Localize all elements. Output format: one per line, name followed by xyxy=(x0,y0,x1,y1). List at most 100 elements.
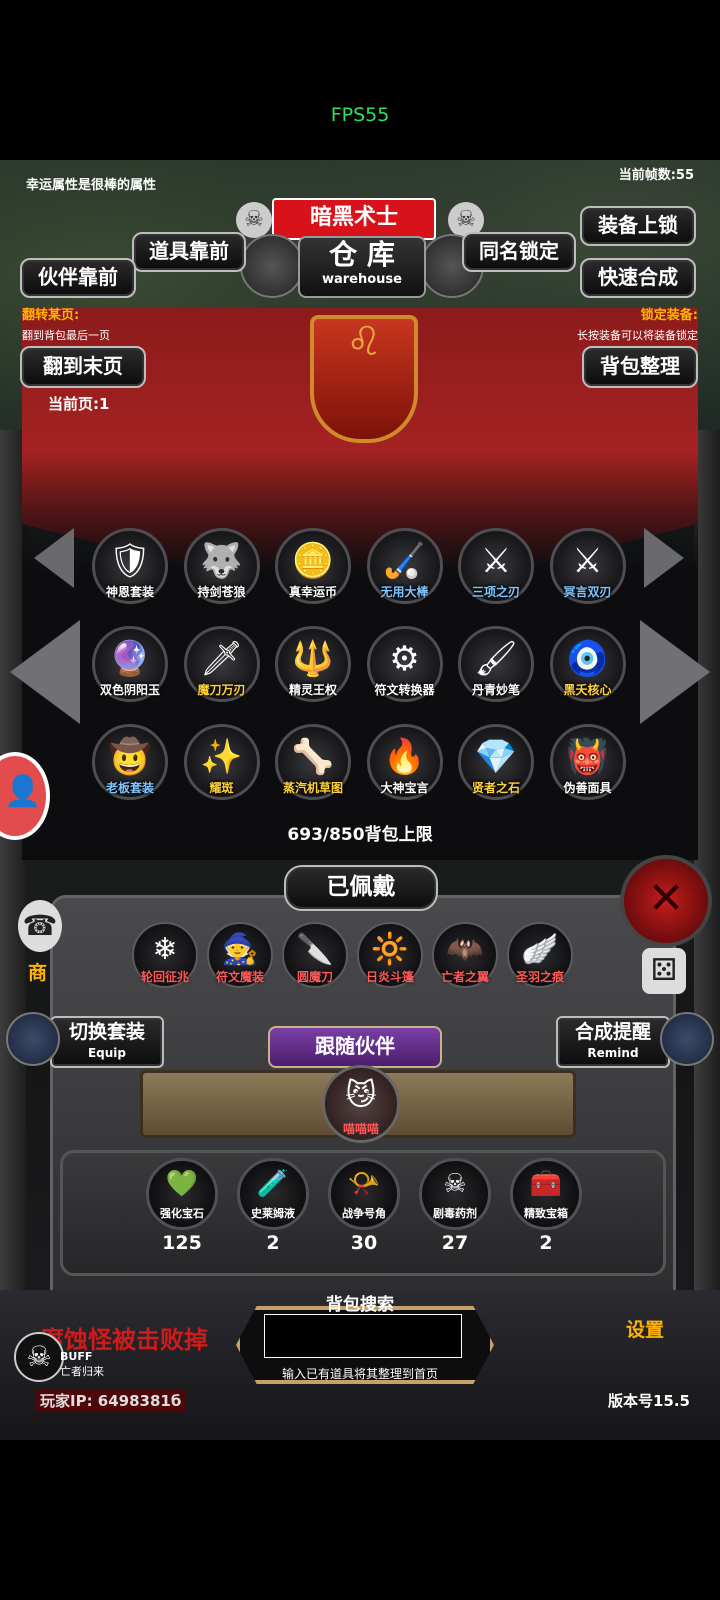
inventory-slot[interactable]: 🏑 无用大棒 xyxy=(366,528,443,604)
steam-sketch-icon: 🦴 xyxy=(291,737,335,777)
demon-sword-icon: 🗡 xyxy=(199,639,244,679)
helmet-left-ornament-icon xyxy=(6,1012,60,1066)
material-count: 2 xyxy=(266,1232,280,1254)
buff-sub: 亡者归来 xyxy=(60,1365,104,1378)
inventory-item-label: 蒸汽机草图 xyxy=(282,781,343,795)
material-slot[interactable]: 📯 战争号角 xyxy=(328,1158,400,1230)
skull-buff-icon[interactable]: ☠ xyxy=(14,1332,64,1382)
bag-limit: 693/850背包上限 xyxy=(287,825,433,845)
inventory-slot[interactable]: 🗡 魔刀万刃 xyxy=(183,626,260,702)
partner-name: 喵喵喵 xyxy=(342,1122,379,1136)
partner-title: 跟随伙伴 xyxy=(268,1026,442,1068)
brush-icon: 🖌 xyxy=(474,639,518,679)
equipped-slot[interactable]: 🔆 日炎斗篷 xyxy=(357,922,423,988)
triple-blade-icon: ⚔ xyxy=(480,541,512,581)
inventory-item-label: 精灵王权 xyxy=(288,683,337,697)
equipped-item-label: 圆魔刀 xyxy=(296,970,333,984)
warehouse-title: 仓 库 xyxy=(329,238,395,271)
equipped-slot[interactable]: 🦇 亡者之翼 xyxy=(432,922,498,988)
switch-set-label: 切换套装 xyxy=(68,1021,145,1043)
current-page: 当前页:1 xyxy=(48,395,110,413)
lion-icon: ♌ xyxy=(346,319,382,365)
flip-page-title: 翻转某页: xyxy=(22,308,80,323)
bag-sort-button[interactable]: 背包整理 xyxy=(582,346,698,388)
version-number: 版本号15.5 xyxy=(607,1392,690,1410)
inventory-slot[interactable]: 💎 贤者之石 xyxy=(458,724,534,800)
material-label: 强化宝石 xyxy=(160,1207,204,1220)
lion-shield-emblem: ♌ xyxy=(310,315,418,443)
frame-count: 当前帧数:55 xyxy=(618,168,694,183)
lock-equip-title: 锁定装备: xyxy=(640,308,698,323)
inventory-slot[interactable]: ⚙ 符文转换器 xyxy=(366,626,443,702)
inventory-slot[interactable]: 🧿 黑夭核心 xyxy=(549,626,626,702)
treasure-chest-icon: 🧰 xyxy=(529,1169,563,1199)
inventory-item-label: 老板套装 xyxy=(105,781,154,795)
boss-set-icon: 🤠 xyxy=(108,737,152,777)
inventory-slot[interactable]: ⚔ 冥言双刃 xyxy=(549,528,626,604)
shop-label[interactable]: 商 xyxy=(28,958,47,985)
inventory-item-label: 贤者之石 xyxy=(471,781,520,795)
lock-equip-desc: 长按装备可以将装备锁定 xyxy=(577,329,698,342)
inventory-slot[interactable]: 🛡 神恩套装 xyxy=(92,528,168,604)
inventory-slot[interactable]: 🖌 丹青妙笔 xyxy=(458,626,534,702)
inventory-item-label: 冥言双刃 xyxy=(563,585,612,599)
user-icon: 👤 xyxy=(4,774,42,809)
close-button[interactable]: ✕ xyxy=(620,855,712,947)
next-page-small-arrow[interactable] xyxy=(644,528,684,588)
same-name-lock-button[interactable]: 同名锁定 xyxy=(462,232,576,272)
material-slot[interactable]: 🧪 史莱姆液 xyxy=(237,1158,309,1230)
equipped-item-label: 符文魔装 xyxy=(215,970,264,984)
inventory-slot[interactable]: 🪙 真幸运币 xyxy=(275,528,351,604)
dice-icon[interactable]: ⚄ xyxy=(642,948,686,994)
prev-page-small-arrow[interactable] xyxy=(34,528,74,588)
switch-set-button[interactable]: 切换套装 Equip xyxy=(50,1016,164,1068)
merge-remind-sub: Remind xyxy=(587,1046,639,1060)
shop-icon[interactable]: ☎ xyxy=(18,900,62,952)
dead-wing-icon: 🦇 xyxy=(446,932,484,967)
inventory-slot[interactable]: 🐺 持剑苍狼 xyxy=(183,528,260,604)
coin-icon: 🪙 xyxy=(291,541,335,581)
lock-equip-info: 锁定装备: 长按装备可以将装备锁定 xyxy=(498,304,698,343)
last-page-button[interactable]: 翻到末页 xyxy=(20,346,146,388)
material-count: 2 xyxy=(539,1232,553,1254)
helmet-left-icon xyxy=(240,234,304,298)
inventory-slot[interactable]: 👹 伪善面具 xyxy=(549,724,626,800)
inventory-slot[interactable]: 🔱 精灵王权 xyxy=(275,626,351,702)
inventory-item-label: 大神宝言 xyxy=(380,781,429,795)
settings-button[interactable]: 设置 xyxy=(626,1315,664,1342)
inventory-slot[interactable]: 🦴 蒸汽机草图 xyxy=(275,724,351,800)
next-page-arrow[interactable] xyxy=(640,620,710,724)
inventory-slot[interactable]: 🔮 双色阴阳玉 xyxy=(92,626,168,702)
merge-remind-button[interactable]: 合成提醒 Remind xyxy=(556,1016,670,1068)
inventory-slot[interactable]: 🔥 大神宝言 xyxy=(366,724,443,800)
quick-merge-button[interactable]: 快速合成 xyxy=(580,258,696,298)
class-title: 暗黑术士 xyxy=(272,198,436,240)
equipped-slot[interactable]: 🧙 符文魔装 xyxy=(207,922,273,988)
equipped-title: 已佩戴 xyxy=(284,865,438,911)
inventory-slot[interactable]: ✨ 耀斑 xyxy=(183,724,260,800)
partner-front-button[interactable]: 伙伴靠前 xyxy=(20,258,136,298)
search-hint: 输入已有道具将其整理到首页 xyxy=(281,1367,438,1381)
inventory-slot[interactable]: ⚔ 三项之刃 xyxy=(458,528,534,604)
flare-icon: ✨ xyxy=(200,737,243,777)
inventory-item-label: 无用大棒 xyxy=(380,585,429,599)
prev-page-arrow[interactable] xyxy=(10,620,80,724)
staff-icon: 🏑 xyxy=(383,541,426,581)
equipped-slot[interactable]: 🔪 圆魔刀 xyxy=(282,922,348,988)
material-count: 30 xyxy=(350,1232,378,1254)
search-title: 背包搜索 xyxy=(326,1295,394,1315)
material-slot[interactable]: 🧰 精致宝箱 xyxy=(510,1158,582,1230)
material-slot[interactable]: ☠ 剧毒药剂 xyxy=(419,1158,491,1230)
equipped-slot[interactable]: 🪽 圣羽之痕 xyxy=(507,922,573,988)
inventory-slot[interactable]: 🤠 老板套装 xyxy=(92,724,168,800)
items-front-button[interactable]: 道具靠前 xyxy=(132,232,246,272)
equipped-slot[interactable]: ❄ 轮回征兆 xyxy=(132,922,198,988)
search-input[interactable] xyxy=(264,1314,462,1358)
partner-slot[interactable]: 😼 喵喵喵 xyxy=(322,1065,400,1143)
equip-lock-button[interactable]: 装备上锁 xyxy=(580,206,696,246)
armor-set-icon: 🛡 xyxy=(108,541,152,581)
inventory-item-label: 耀斑 xyxy=(209,781,234,795)
enhance-gem-icon: 💚 xyxy=(165,1169,199,1199)
material-slot[interactable]: 💚 强化宝石 xyxy=(146,1158,218,1230)
material-count: 27 xyxy=(441,1232,469,1254)
